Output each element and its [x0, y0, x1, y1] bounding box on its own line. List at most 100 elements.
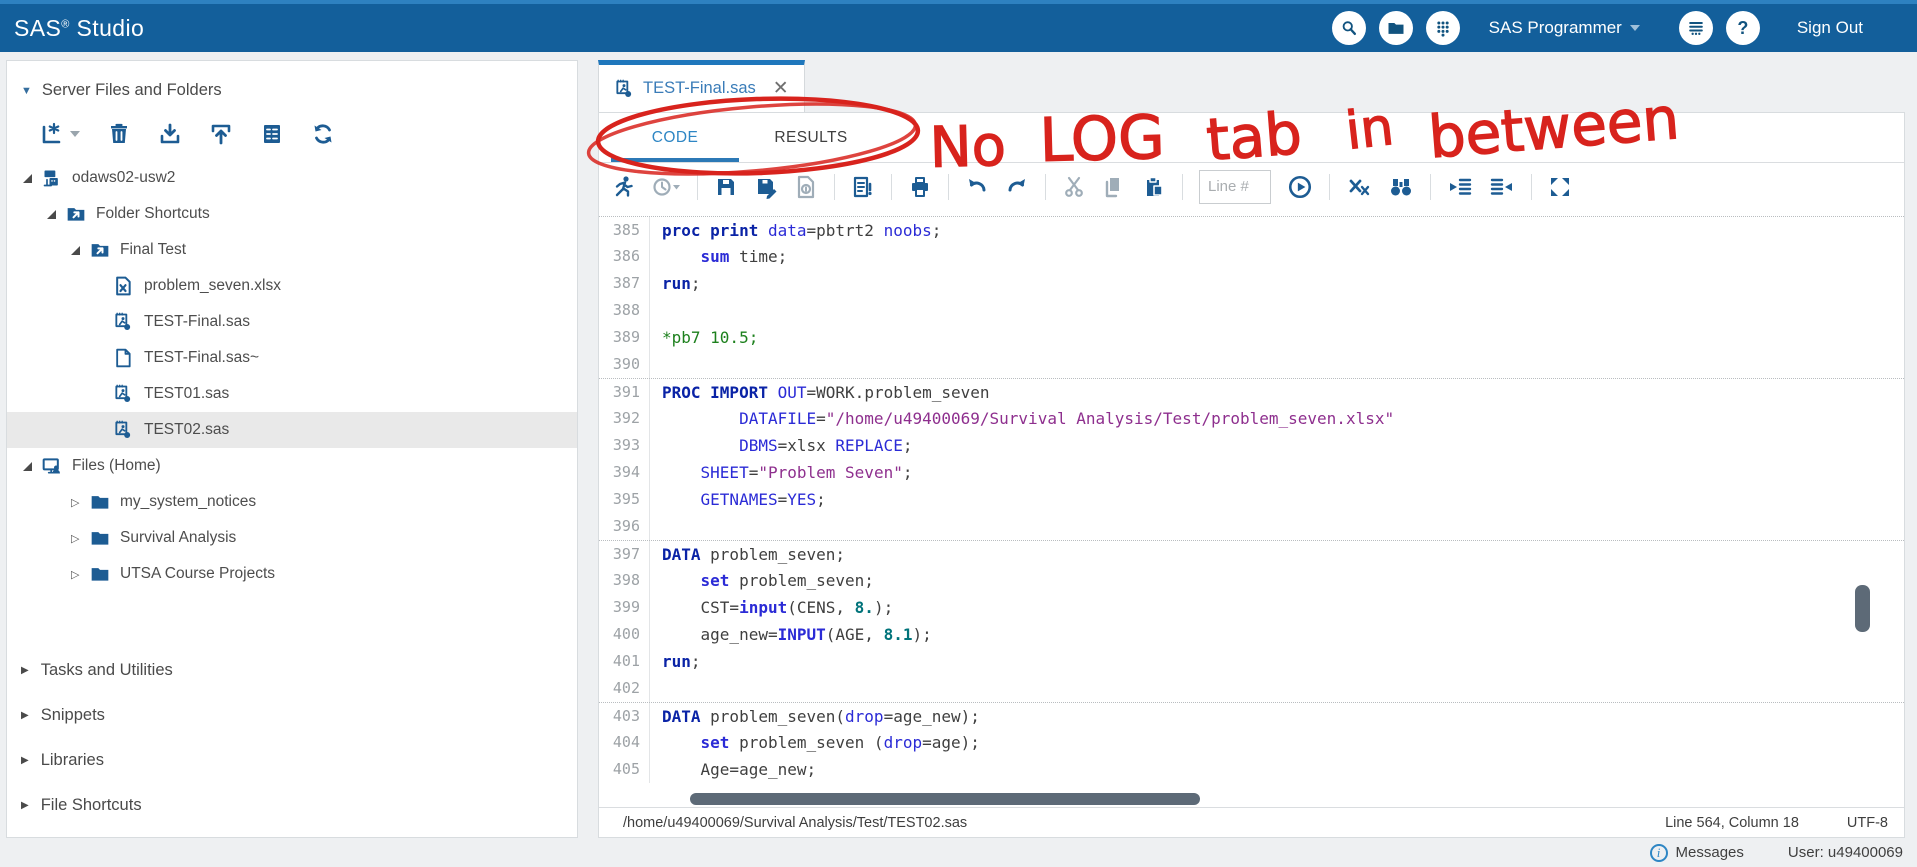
code-text: sum time; [649, 243, 1904, 270]
save-as-button[interactable] [754, 175, 778, 199]
open-files-button[interactable] [1378, 11, 1413, 45]
cut-button[interactable] [1062, 175, 1086, 199]
tree-item-test-final-sas[interactable]: TEST-Final.sas [7, 304, 577, 340]
code-text: GETNAMES=YES; [649, 486, 1904, 513]
tree-caret-icon[interactable] [71, 246, 89, 255]
app-logo: SAS® Studio [14, 14, 145, 41]
sidebar-section-tasks-and-utilities[interactable]: Tasks and Utilities [7, 648, 577, 693]
goto-line-button[interactable] [1287, 174, 1313, 200]
collapse-triangle-icon: ▼ [21, 84, 32, 97]
server-connections-button[interactable] [1678, 11, 1713, 45]
document-tab-bar: TEST-Final.sas ✕ [598, 60, 1905, 112]
code-text: set problem_seven; [649, 567, 1904, 594]
home-files-icon [41, 456, 63, 476]
sidebar-section-file-shortcuts[interactable]: File Shortcuts [7, 783, 577, 828]
tree-caret-icon[interactable] [71, 568, 89, 581]
file-info-button[interactable] [794, 175, 818, 199]
editor-statusbar: /home/u49400069/Survival Analysis/Test/T… [599, 807, 1904, 837]
code-line-403: 403 DATA problem_seven(drop=age_new); [599, 702, 1904, 729]
messages-button[interactable]: i Messages [1649, 843, 1744, 862]
maximize-button[interactable] [1548, 175, 1572, 199]
goto-line-input[interactable] [1199, 169, 1271, 204]
help-button[interactable]: ? [1725, 11, 1760, 45]
tree-item-problem-seven-xlsx[interactable]: problem_seven.xlsx [7, 268, 577, 304]
clear-code-button[interactable] [1346, 175, 1372, 199]
code-text: proc print data=pbtrt2 noobs; [649, 217, 1904, 243]
chevron-down-icon [1629, 25, 1640, 31]
download-button[interactable] [158, 122, 182, 146]
delete-button[interactable] [107, 122, 131, 146]
code-editor[interactable]: 385 proc print data=pbtrt2 noobs; 386 sum … [599, 210, 1904, 791]
server-files-header[interactable]: ▼ Server Files and Folders [7, 61, 577, 100]
tab-code[interactable]: CODE [607, 113, 743, 162]
main-area: TEST-Final.sas ✕ CODE RESULTS Line # 385… [598, 60, 1905, 838]
tree-caret-icon[interactable] [23, 174, 41, 183]
tree-item-label: Final Test [120, 241, 187, 258]
tree-item-my-system-notices[interactable]: my_system_notices [7, 484, 577, 520]
user-role-menu[interactable]: SAS Programmer [1489, 18, 1640, 38]
code-line-391: 391 PROC IMPORT OUT=WORK.problem_seven [599, 378, 1904, 405]
vertical-scrollbar[interactable] [1855, 585, 1870, 632]
code-text: age_new=INPUT(AGE, 8.1); [649, 621, 1904, 648]
tree-item-files-home-[interactable]: Files (Home) [7, 448, 577, 484]
search-button[interactable] [1331, 11, 1366, 45]
code-line-392: 392 DATAFILE="/home/u49400069/Survival A… [599, 405, 1904, 432]
redo-button[interactable] [1005, 175, 1029, 199]
go-icon [1288, 175, 1312, 198]
document-tab[interactable]: TEST-Final.sas ✕ [598, 60, 805, 112]
code-text [649, 297, 1904, 324]
redo-icon [1008, 178, 1025, 191]
upload-button[interactable] [209, 122, 233, 146]
properties-button[interactable] [260, 122, 284, 146]
tree-caret-icon[interactable] [71, 532, 89, 545]
format-code-button[interactable] [851, 175, 875, 199]
tree-caret-icon[interactable] [71, 496, 89, 509]
tree-item-label: TEST-Final.sas~ [144, 349, 259, 366]
new-item-button[interactable] [39, 122, 80, 146]
tree-item-utsa-course-projects[interactable]: UTSA Course Projects [7, 556, 577, 592]
apps-button[interactable] [1425, 11, 1460, 45]
indent-icon [1450, 178, 1472, 195]
close-icon[interactable]: ✕ [773, 77, 789, 100]
refresh-button[interactable] [311, 122, 335, 146]
editor-panel: CODE RESULTS Line # 385 proc print data=… [598, 112, 1905, 838]
save-icon [718, 178, 734, 195]
tree-caret-icon[interactable] [47, 210, 65, 219]
sidebar-section-snippets[interactable]: Snippets [7, 693, 577, 738]
tree-item-label: problem_seven.xlsx [144, 277, 281, 294]
line-number: 390 [612, 355, 640, 373]
chevron-down-icon [70, 131, 80, 137]
sidebar-section-libraries[interactable]: Libraries [7, 738, 577, 783]
tree-caret-icon[interactable] [23, 462, 41, 471]
code-text: CST=input(CENS, 8.); [649, 594, 1904, 621]
submit-history-button[interactable] [651, 175, 681, 199]
sign-out-button[interactable]: Sign Out [1797, 18, 1863, 38]
tree-item-test-final-sas-[interactable]: TEST-Final.sas~ [7, 340, 577, 376]
tree-item-odaws02-usw2[interactable]: odaws02-usw2 [7, 160, 577, 196]
tree-item-test01-sas[interactable]: TEST01.sas [7, 376, 577, 412]
copy-button[interactable] [1102, 175, 1126, 199]
save-button[interactable] [714, 175, 738, 199]
maximize-icon [1551, 177, 1569, 196]
run-button[interactable] [611, 175, 635, 199]
user-id-label: User: u49400069 [1787, 844, 1903, 861]
tree-item-survival-analysis[interactable]: Survival Analysis [7, 520, 577, 556]
code-line-398: 398 set problem_seven; [599, 567, 1904, 594]
tree-item-folder-shortcuts[interactable]: Folder Shortcuts [7, 196, 577, 232]
find-replace-button[interactable] [1388, 175, 1414, 199]
tree-item-test02-sas[interactable]: TEST02.sas [7, 412, 577, 448]
tree-item-final-test[interactable]: Final Test [7, 232, 577, 268]
line-number: 386 [612, 247, 640, 265]
print-button[interactable] [908, 175, 932, 199]
code-line-404: 404 set problem_seven (drop=age); [599, 729, 1904, 756]
outdent-button[interactable] [1489, 175, 1515, 199]
search-icon [1342, 21, 1356, 35]
view-tab-bar: CODE RESULTS [599, 113, 1904, 163]
indent-button[interactable] [1447, 175, 1473, 199]
paste-button[interactable] [1142, 175, 1166, 199]
tab-results[interactable]: RESULTS [743, 113, 879, 162]
line-number: 400 [612, 625, 640, 643]
undo-button[interactable] [965, 175, 989, 199]
horizontal-scrollbar[interactable] [690, 793, 1200, 805]
folder-icon [1388, 23, 1404, 34]
